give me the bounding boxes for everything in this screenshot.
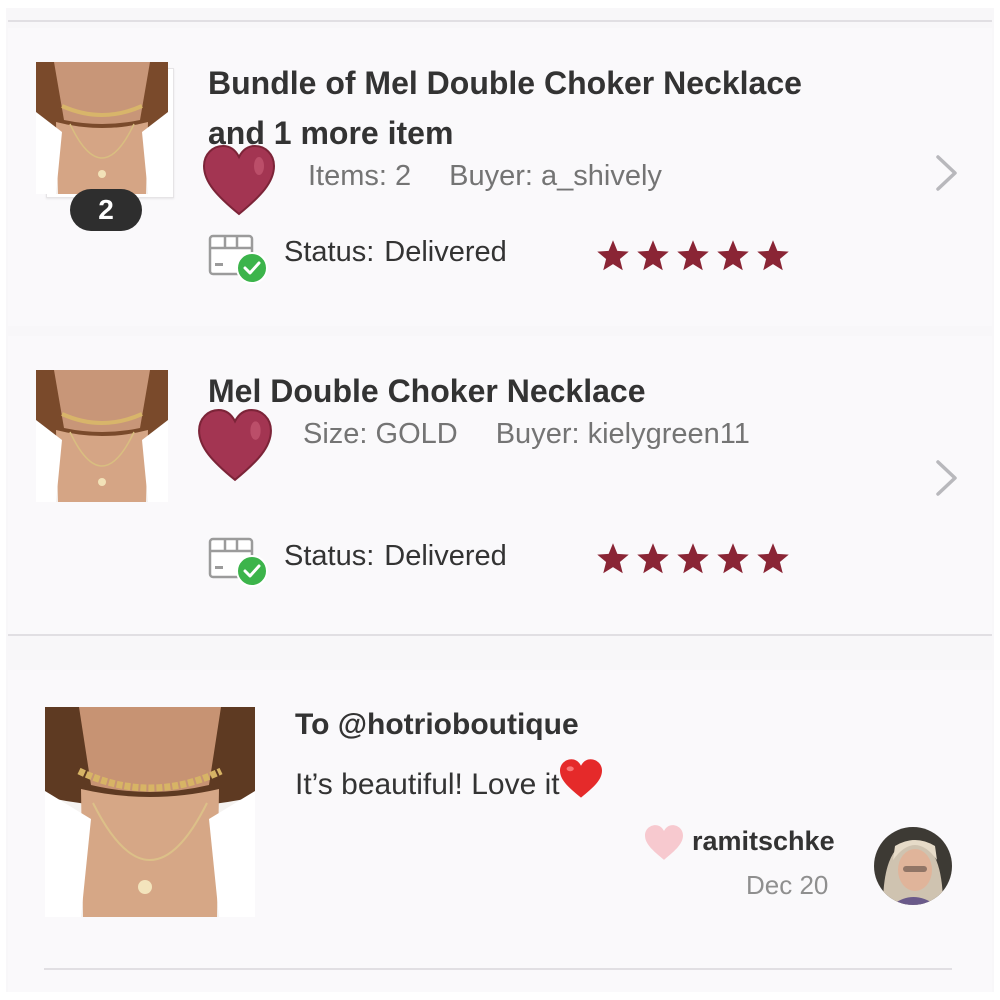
order-title: Bundle of Mel Double Choker Necklace (208, 65, 802, 101)
buyer-name: Buyer: a_shively (449, 160, 662, 192)
comment-divider (44, 968, 952, 970)
comment-photo[interactable] (45, 707, 255, 917)
star-icon (597, 543, 629, 574)
status-label: Status: (284, 236, 375, 268)
order-status: Status: Delivered (284, 540, 507, 573)
status-value: Delivered (384, 236, 507, 268)
comment-date: Dec 20 (746, 870, 829, 900)
avatar[interactable] (873, 826, 953, 906)
star-icon (717, 240, 749, 271)
top-divider (8, 20, 992, 22)
item-size: Size: GOLD (303, 418, 458, 450)
star-icon (757, 240, 789, 271)
comment-author[interactable]: ramitschke (692, 826, 835, 857)
star-rating (594, 238, 794, 279)
order-meta: Items: 2 Buyer: a_shively (308, 160, 662, 193)
star-icon (757, 543, 789, 574)
comment-message: It’s beautiful! Love it (295, 768, 560, 801)
star-icon (677, 240, 709, 271)
star-rating (594, 541, 794, 582)
order-meta: Size: GOLD Buyer: kielygreen11 (303, 418, 750, 451)
heart-icon[interactable] (643, 824, 685, 862)
delivered-box-icon (208, 234, 268, 284)
comment-recipient: To @hotrioboutique (295, 708, 579, 741)
items-count: Items: 2 (308, 160, 412, 192)
product-thumbnail (36, 370, 168, 502)
star-icon (717, 543, 749, 574)
star-icon (637, 543, 669, 574)
status-value: Delivered (384, 540, 507, 572)
red-heart-emoji-icon (559, 759, 602, 798)
order-status: Status: Delivered (284, 236, 507, 269)
delivered-box-icon (208, 537, 268, 587)
comment-text: It’s beautiful! Love it❤️ (295, 758, 604, 802)
order-divider (8, 634, 992, 636)
star-icon (637, 240, 669, 271)
star-icon (597, 240, 629, 271)
heart-icon (202, 144, 276, 216)
bundle-count-badge: 2 (70, 189, 142, 231)
chevron-right-icon[interactable] (934, 153, 960, 193)
heart-icon (198, 409, 272, 482)
status-label: Status: (284, 540, 375, 572)
product-thumbnail (36, 62, 168, 194)
chevron-right-icon[interactable] (934, 458, 960, 498)
star-icon (677, 543, 709, 574)
buyer-name: Buyer: kielygreen11 (495, 418, 750, 450)
